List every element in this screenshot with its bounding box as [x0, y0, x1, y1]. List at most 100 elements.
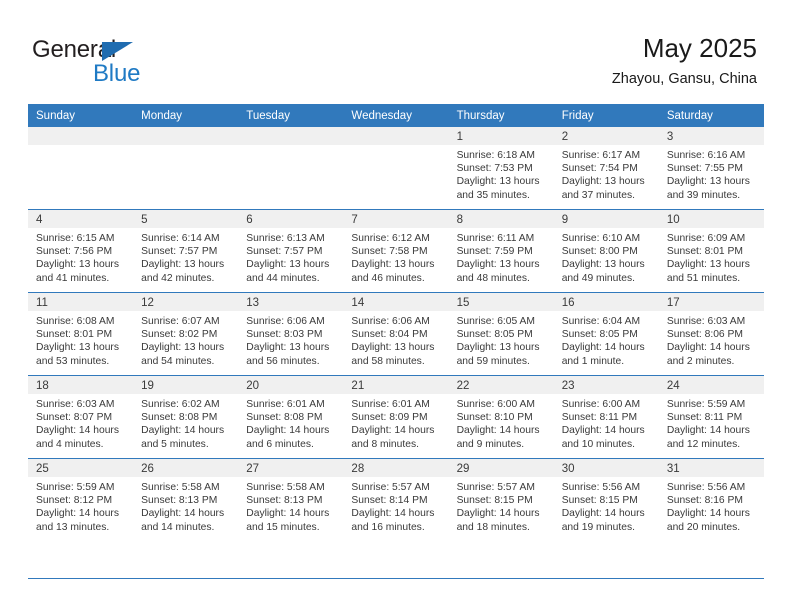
- sunrise-text: Sunrise: 6:14 AM: [141, 233, 220, 244]
- day-number: 2: [553, 127, 659, 145]
- day-number: 21: [343, 376, 449, 394]
- day-number: [238, 127, 344, 145]
- day-details: Sunrise: 6:00 AM Sunset: 8:11 PM Daylight:…: [554, 394, 659, 451]
- day-number: 9: [553, 210, 659, 228]
- calendar-day-cell[interactable]: 7 Sunrise: 6:12 AM Sunset: 7:58 PM Daylight…: [343, 209, 449, 293]
- sunset-text: Sunset: 8:00 PM: [561, 246, 638, 258]
- calendar-day-cell[interactable]: 8 Sunrise: 6:11 AM Sunset: 7:59 PM Daylight…: [448, 209, 554, 293]
- day-details: Sunrise: 5:59 AM Sunset: 8:12 PM Daylight:…: [28, 477, 133, 534]
- calendar-day-cell[interactable]: 13 Sunrise: 6:06 AM Sunset: 8:03 PM Dayligh…: [238, 292, 344, 376]
- calendar-day-cell[interactable]: 28 Sunrise: 5:57 AM Sunset: 8:14 PM Dayligh…: [343, 458, 449, 541]
- day-number: [28, 127, 134, 145]
- calendar-day-cell[interactable]: 27 Sunrise: 5:58 AM Sunset: 8:13 PM Dayligh…: [238, 458, 344, 541]
- calendar-day-cell[interactable]: 24 Sunrise: 5:59 AM Sunset: 8:11 PM Dayligh…: [658, 375, 764, 459]
- day-details: Sunrise: 6:13 AM Sunset: 7:57 PM Daylight:…: [238, 228, 343, 285]
- sunrise-text: Sunrise: 6:11 AM: [456, 233, 535, 244]
- calendar-day-cell[interactable]: 16 Sunrise: 6:04 AM Sunset: 8:05 PM Dayligh…: [553, 292, 659, 376]
- day-number: 20: [238, 376, 344, 394]
- day-details: Sunrise: 6:08 AM Sunset: 8:01 PM Daylight:…: [28, 311, 133, 368]
- sunrise-text: Sunrise: 6:17 AM: [561, 150, 641, 161]
- calendar-cell-empty: [133, 127, 239, 210]
- calendar-day-cell[interactable]: 31 Sunrise: 5:56 AM Sunset: 8:16 PM Dayligh…: [658, 458, 764, 541]
- day-details: Sunrise: 6:11 AM Sunset: 7:59 PM Daylight:…: [449, 228, 554, 285]
- daylight-text: Daylight: 14 hours and 13 minutes.: [36, 508, 119, 533]
- calendar-day-cell[interactable]: 25 Sunrise: 5:59 AM Sunset: 8:12 PM Dayligh…: [28, 458, 134, 541]
- sunrise-text: Sunrise: 6:03 AM: [36, 399, 115, 410]
- sunrise-text: Sunrise: 6:10 AM: [561, 233, 641, 244]
- weekday-header-thursday: Thursday: [448, 104, 554, 127]
- daylight-text: Daylight: 14 hours and 10 minutes.: [561, 425, 645, 450]
- calendar-day-cell[interactable]: 3 Sunrise: 6:16 AM Sunset: 7:55 PM Daylight…: [658, 127, 764, 210]
- calendar-day-cell[interactable]: 10 Sunrise: 6:09 AM Sunset: 8:01 PM Dayligh…: [658, 209, 764, 293]
- day-number: 5: [133, 210, 239, 228]
- logo-blue-text: Blue: [93, 60, 141, 87]
- sunrise-text: Sunrise: 6:05 AM: [456, 316, 535, 327]
- calendar-day-cell[interactable]: 17 Sunrise: 6:03 AM Sunset: 8:06 PM Dayligh…: [658, 292, 764, 376]
- day-details: Sunrise: 5:56 AM Sunset: 8:16 PM Daylight:…: [659, 477, 764, 534]
- sunset-text: Sunset: 8:12 PM: [36, 495, 113, 507]
- calendar-grid: Sunday Monday Tuesday Wednesday Thursday…: [28, 104, 764, 541]
- day-details: Sunrise: 5:59 AM Sunset: 8:11 PM Daylight:…: [659, 394, 764, 451]
- calendar-day-cell[interactable]: 14 Sunrise: 6:06 AM Sunset: 8:04 PM Dayligh…: [343, 292, 449, 376]
- day-details: Sunrise: 6:03 AM Sunset: 8:06 PM Daylight:…: [659, 311, 764, 368]
- calendar-day-cell[interactable]: 21 Sunrise: 6:01 AM Sunset: 8:09 PM Dayligh…: [343, 375, 449, 459]
- day-number: 7: [343, 210, 449, 228]
- calendar-day-cell[interactable]: 1 Sunrise: 6:18 AM Sunset: 7:53 PM Daylight…: [448, 127, 554, 210]
- calendar-day-cell[interactable]: 5 Sunrise: 6:14 AM Sunset: 7:57 PM Daylight…: [133, 209, 239, 293]
- day-details: Sunrise: 6:01 AM Sunset: 8:08 PM Daylight:…: [238, 394, 343, 451]
- weekday-header-monday: Monday: [133, 104, 239, 127]
- calendar-page: General Blue May 2025 Zhayou, Gansu, Chi…: [0, 0, 792, 612]
- calendar-week-row: 4 Sunrise: 6:15 AM Sunset: 7:56 PM Daylight…: [28, 209, 764, 293]
- sunrise-text: Sunrise: 6:16 AM: [666, 150, 746, 161]
- sunset-text: Sunset: 7:56 PM: [36, 246, 113, 258]
- logo-triangle-icon: [102, 42, 133, 61]
- calendar-day-cell[interactable]: 19 Sunrise: 6:02 AM Sunset: 8:08 PM Dayligh…: [133, 375, 239, 459]
- sunset-text: Sunset: 8:06 PM: [666, 329, 743, 341]
- calendar-day-cell[interactable]: 26 Sunrise: 5:58 AM Sunset: 8:13 PM Dayligh…: [133, 458, 239, 541]
- weekday-header-tuesday: Tuesday: [238, 104, 344, 127]
- day-number: 26: [133, 459, 239, 477]
- calendar-day-cell[interactable]: 30 Sunrise: 5:56 AM Sunset: 8:15 PM Dayligh…: [553, 458, 659, 541]
- weekday-header-friday: Friday: [553, 104, 659, 127]
- calendar-day-cell[interactable]: 18 Sunrise: 6:03 AM Sunset: 8:07 PM Dayligh…: [28, 375, 134, 459]
- calendar-day-cell[interactable]: 2 Sunrise: 6:17 AM Sunset: 7:54 PM Daylight…: [553, 127, 659, 210]
- calendar-day-cell[interactable]: 12 Sunrise: 6:07 AM Sunset: 8:02 PM Dayligh…: [133, 292, 239, 376]
- day-number: 6: [238, 210, 344, 228]
- day-details: Sunrise: 6:03 AM Sunset: 8:07 PM Daylight:…: [28, 394, 133, 451]
- page-title: May 2025: [642, 33, 757, 63]
- calendar-day-cell[interactable]: 23 Sunrise: 6:00 AM Sunset: 8:11 PM Dayligh…: [553, 375, 659, 459]
- calendar-week-row: 18 Sunrise: 6:03 AM Sunset: 8:07 PM Dayligh…: [28, 375, 764, 459]
- calendar-day-cell[interactable]: 6 Sunrise: 6:13 AM Sunset: 7:57 PM Daylight…: [238, 209, 344, 293]
- sunset-text: Sunset: 7:57 PM: [141, 246, 218, 258]
- calendar-day-cell[interactable]: 4 Sunrise: 6:15 AM Sunset: 7:56 PM Daylight…: [28, 209, 134, 293]
- daylight-text: Daylight: 14 hours and 18 minutes.: [456, 508, 540, 533]
- day-number: 19: [133, 376, 239, 394]
- day-details: Sunrise: 6:06 AM Sunset: 8:03 PM Daylight:…: [238, 311, 343, 368]
- day-number: [343, 127, 449, 145]
- sunrise-text: Sunrise: 6:07 AM: [141, 316, 220, 327]
- day-number: 27: [238, 459, 344, 477]
- weekday-header-row: Sunday Monday Tuesday Wednesday Thursday…: [28, 104, 764, 127]
- calendar-day-cell[interactable]: 29 Sunrise: 5:57 AM Sunset: 8:15 PM Dayligh…: [448, 458, 554, 541]
- calendar-day-cell[interactable]: 20 Sunrise: 6:01 AM Sunset: 8:08 PM Dayligh…: [238, 375, 344, 459]
- daylight-text: Daylight: 14 hours and 9 minutes.: [456, 425, 540, 450]
- calendar-day-cell[interactable]: 11 Sunrise: 6:08 AM Sunset: 8:01 PM Dayligh…: [28, 292, 134, 376]
- day-number: 29: [448, 459, 554, 477]
- day-details: Sunrise: 6:16 AM Sunset: 7:55 PM Daylight:…: [659, 145, 764, 202]
- calendar-day-cell[interactable]: 15 Sunrise: 6:05 AM Sunset: 8:05 PM Dayligh…: [448, 292, 554, 376]
- calendar-day-cell[interactable]: 9 Sunrise: 6:10 AM Sunset: 8:00 PM Daylight…: [553, 209, 659, 293]
- daylight-text: Daylight: 14 hours and 6 minutes.: [246, 425, 330, 450]
- day-number: 24: [658, 376, 764, 394]
- day-number: 23: [553, 376, 659, 394]
- sunrise-text: Sunrise: 6:18 AM: [456, 150, 535, 161]
- sunset-text: Sunset: 8:13 PM: [141, 495, 218, 507]
- daylight-text: Daylight: 13 hours and 48 minutes.: [456, 259, 540, 284]
- calendar-day-cell[interactable]: 22 Sunrise: 6:00 AM Sunset: 8:10 PM Dayligh…: [448, 375, 554, 459]
- sunrise-text: Sunrise: 5:59 AM: [666, 399, 746, 410]
- day-number: 22: [448, 376, 554, 394]
- daylight-text: Daylight: 13 hours and 54 minutes.: [141, 342, 225, 367]
- sunset-text: Sunset: 8:09 PM: [351, 412, 428, 424]
- sunrise-text: Sunrise: 6:00 AM: [561, 399, 641, 410]
- sunrise-text: Sunrise: 5:56 AM: [666, 482, 746, 493]
- daylight-text: Daylight: 13 hours and 51 minutes.: [666, 259, 750, 284]
